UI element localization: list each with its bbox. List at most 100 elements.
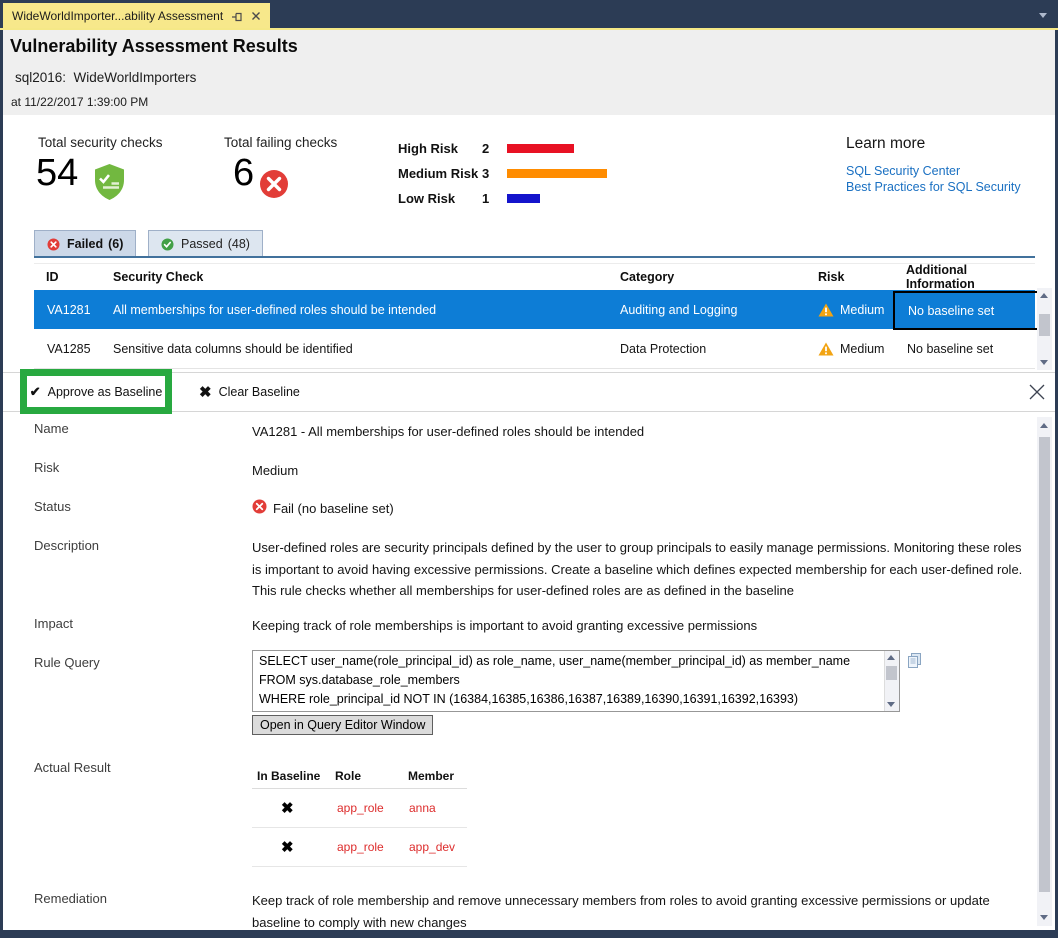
col-header-security-check[interactable]: Security Check bbox=[113, 270, 203, 284]
row-id: VA1285 bbox=[47, 342, 91, 356]
scroll-down-icon[interactable] bbox=[1040, 360, 1048, 365]
status-label: Status bbox=[34, 499, 71, 514]
page-title: Vulnerability Assessment Results bbox=[10, 36, 298, 57]
grid-row-va1281[interactable]: VA1281 All memberships for user-defined … bbox=[34, 290, 1035, 329]
clear-baseline-button[interactable]: ✖ Clear Baseline bbox=[193, 380, 306, 404]
grid-header-row: ID Security Check Category Risk Addition… bbox=[34, 263, 1035, 291]
row-risk: Medium bbox=[840, 342, 884, 356]
query-scrollbar[interactable] bbox=[884, 651, 899, 711]
scroll-up-icon[interactable] bbox=[1040, 293, 1048, 298]
details-scrollbar[interactable] bbox=[1037, 417, 1052, 926]
rule-query-label: Rule Query bbox=[34, 655, 100, 670]
impact-value: Keeping track of role memberships is imp… bbox=[252, 615, 1032, 637]
fail-circle-icon bbox=[259, 169, 289, 204]
best-practices-link[interactable]: Best Practices for SQL Security bbox=[846, 180, 1021, 194]
scroll-up-icon[interactable] bbox=[887, 655, 895, 660]
tab-failed-count: (6) bbox=[108, 237, 123, 251]
risk-legend: High Risk 2 Medium Risk 3 Low Risk 1 bbox=[398, 136, 607, 211]
scroll-down-icon[interactable] bbox=[887, 702, 895, 707]
passed-circle-icon bbox=[161, 238, 174, 251]
actual-result-row: ✖ app_role anna bbox=[252, 789, 467, 828]
tabs-underline bbox=[34, 256, 1035, 258]
col-member: Member bbox=[408, 769, 454, 783]
details-close-icon[interactable] bbox=[1026, 381, 1048, 403]
rule-query-box[interactable]: SELECT user_name(role_principal_id) as r… bbox=[252, 650, 900, 712]
tab-close-icon[interactable] bbox=[251, 11, 261, 21]
total-checks-value: 54 bbox=[36, 152, 78, 195]
rule-query-text[interactable]: SELECT user_name(role_principal_id) as r… bbox=[253, 651, 899, 710]
member-value: anna bbox=[409, 801, 436, 815]
scan-timestamp: at 11/22/2017 1:39:00 PM bbox=[11, 95, 148, 109]
failed-circle-icon bbox=[47, 238, 60, 251]
document-tab[interactable]: WideWorldImporter...ability Assessment bbox=[3, 3, 270, 28]
col-header-category[interactable]: Category bbox=[620, 270, 674, 284]
risk-legend-row-medium: Medium Risk 3 bbox=[398, 161, 607, 186]
role-value: app_role bbox=[337, 801, 384, 815]
high-risk-label: High Risk bbox=[398, 141, 482, 156]
low-risk-label: Low Risk bbox=[398, 191, 482, 206]
col-header-additional-info[interactable]: Additional Information bbox=[906, 263, 1035, 291]
warning-triangle-icon bbox=[818, 303, 834, 317]
learn-more-title: Learn more bbox=[846, 135, 925, 153]
row-additional-info: No baseline set bbox=[895, 304, 994, 318]
approve-as-baseline-button[interactable]: ✔ Approve as Baseline bbox=[30, 384, 163, 400]
actual-result-row: ✖ app_role app_dev bbox=[252, 828, 467, 867]
tab-passed[interactable]: Passed (48) bbox=[148, 230, 263, 257]
remediation-label: Remediation bbox=[34, 891, 107, 906]
actual-result-table: In Baseline Role Member ✖ app_role anna … bbox=[252, 763, 467, 867]
description-value: User-defined roles are security principa… bbox=[252, 537, 1032, 602]
grid-scrollbar-thumb[interactable] bbox=[1039, 314, 1050, 336]
col-header-risk[interactable]: Risk bbox=[818, 270, 844, 284]
member-value: app_dev bbox=[409, 840, 455, 854]
tab-failed-label: Failed bbox=[67, 237, 103, 251]
row-category: Auditing and Logging bbox=[620, 303, 737, 317]
document-tab-title: WideWorldImporter...ability Assessment bbox=[12, 9, 223, 23]
connection-label: sql2016: WideWorldImporters bbox=[15, 70, 196, 85]
col-header-id[interactable]: ID bbox=[46, 270, 59, 284]
row-security-check: All memberships for user-defined roles s… bbox=[113, 303, 436, 317]
scroll-up-icon[interactable] bbox=[1040, 423, 1048, 428]
tab-list-caret-icon[interactable] bbox=[1039, 13, 1047, 18]
row-additional-info: No baseline set bbox=[907, 342, 993, 356]
additional-info-cell-focused[interactable]: No baseline set bbox=[893, 291, 1042, 330]
pin-icon[interactable] bbox=[231, 10, 243, 22]
row-security-check: Sensitive data columns should be identif… bbox=[113, 342, 353, 356]
details-scrollbar-thumb[interactable] bbox=[1039, 437, 1050, 892]
actual-result-label: Actual Result bbox=[34, 760, 111, 775]
medium-risk-count: 3 bbox=[482, 166, 504, 181]
not-in-baseline-icon: ✖ bbox=[281, 838, 294, 856]
tab-failed[interactable]: Failed (6) bbox=[34, 230, 136, 257]
grid-scrollbar[interactable] bbox=[1037, 288, 1052, 370]
results-header: Vulnerability Assessment Results sql2016… bbox=[3, 30, 1055, 115]
risk-value: Medium bbox=[252, 460, 298, 482]
shield-check-icon bbox=[93, 163, 126, 206]
row-risk: Medium bbox=[840, 303, 884, 317]
medium-risk-label: Medium Risk bbox=[398, 166, 482, 181]
low-risk-count: 1 bbox=[482, 191, 504, 206]
remediation-value: Keep track of role membership and remove… bbox=[252, 890, 1012, 933]
risk-legend-row-low: Low Risk 1 bbox=[398, 186, 607, 211]
col-in-baseline: In Baseline bbox=[257, 769, 320, 783]
role-value: app_role bbox=[337, 840, 384, 854]
sql-security-center-link[interactable]: SQL Security Center bbox=[846, 164, 960, 178]
row-category: Data Protection bbox=[620, 342, 706, 356]
not-in-baseline-icon: ✖ bbox=[281, 799, 294, 817]
warning-triangle-icon bbox=[818, 342, 834, 356]
open-in-query-editor-button[interactable]: Open in Query Editor Window bbox=[252, 715, 433, 735]
low-risk-bar bbox=[507, 194, 540, 203]
tab-passed-count: (48) bbox=[228, 237, 250, 251]
approve-as-baseline-label: Approve as Baseline bbox=[48, 385, 163, 399]
vulnerability-assessment-window: WideWorldImporter...ability Assessment V… bbox=[0, 0, 1058, 938]
high-risk-count: 2 bbox=[482, 141, 504, 156]
tab-passed-label: Passed bbox=[181, 237, 223, 251]
clear-baseline-label: Clear Baseline bbox=[219, 385, 300, 399]
status-fail-icon bbox=[252, 499, 267, 514]
copy-query-icon[interactable] bbox=[906, 652, 924, 670]
scroll-down-icon[interactable] bbox=[1040, 915, 1048, 920]
window-titlebar: WideWorldImporter...ability Assessment bbox=[0, 0, 1058, 30]
grid-row-va1285[interactable]: VA1285 Sensitive data columns should be … bbox=[34, 329, 1035, 369]
failing-checks-label: Total failing checks bbox=[224, 135, 337, 150]
impact-label: Impact bbox=[34, 616, 73, 631]
query-scrollbar-thumb[interactable] bbox=[886, 666, 897, 680]
total-checks-label: Total security checks bbox=[38, 135, 163, 150]
